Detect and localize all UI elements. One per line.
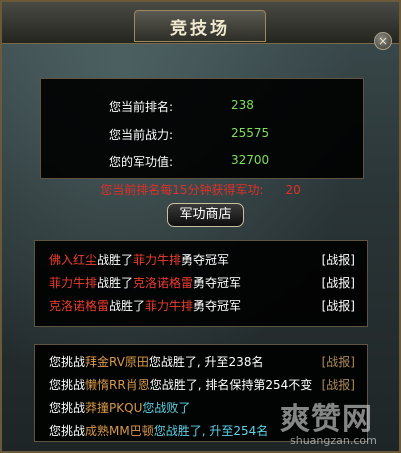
title-bar: 竞技场 [2,2,399,44]
merit-info-text: 您当前排名每15分钟获得军功: [100,183,264,197]
battle-result: 您战胜了, 升至254名 [153,424,269,438]
stats-panel: 您当前排名: 238 您当前战力: 25575 您的军功值: 32700 [40,78,364,179]
stat-row-power: 您当前战力: 25575 [41,122,365,142]
loser-name[interactable]: 克洛诺格雷 [133,276,193,290]
stat-value: 32700 [231,153,270,167]
verb: 战胜了 [109,299,146,313]
winner-name[interactable]: 克洛诺格雷 [49,299,109,313]
close-button[interactable]: × [374,32,392,50]
arena-window: 竞技场 × 您当前排名: 238 您当前战力: 25575 您的军功值: 327… [0,0,401,453]
battle-result: 您战胜了, 排名保持第254不变 [149,378,313,392]
stat-label: 您当前排名: [108,100,173,114]
list-item: 菲力牛排战胜了克洛诺格雷勇夺冠军 [战报] [49,274,357,294]
suffix: 勇夺冠军 [181,253,230,267]
merit-info-value: 20 [285,183,301,197]
list-item: 您挑战拜金RV原田您战胜了, 升至238名 [战报] [49,353,357,373]
loser-name[interactable]: 菲力牛排 [133,253,181,267]
merit-shop-button[interactable]: 军功商店 [167,203,244,227]
winner-name[interactable]: 佛入红尘 [49,253,97,267]
stat-value: 25575 [231,126,270,140]
battle-result: 您战胜了, 升至238名 [148,355,264,369]
loser-name[interactable]: 菲力牛排 [145,299,193,313]
stat-row-merit: 您的军功值: 32700 [41,149,365,169]
battle-report-link[interactable]: [战报] [322,353,355,370]
battle-result: 您战败了 [142,401,191,415]
battle-report-link[interactable]: [战报] [322,274,355,291]
battle-report-link[interactable]: [战报] [322,297,355,314]
opponent-name[interactable]: 懒惰RR肖恩 [85,378,150,392]
stat-row-rank: 您当前排名: 238 [41,94,365,114]
battle-report-link[interactable]: [战报] [322,376,355,393]
window-title: 竞技场 [170,18,230,39]
opponent-name[interactable]: 莽撞PKQU [85,401,142,415]
winner-name[interactable]: 菲力牛排 [49,276,97,290]
challenge-prefix: 您挑战 [49,424,86,438]
battle-report-link[interactable]: [战报] [322,251,355,268]
verb: 战胜了 [97,276,134,290]
stat-label: 您的军功值: [108,155,173,169]
top-battles-panel: 佛入红尘战胜了菲力牛排勇夺冠军 [战报] 菲力牛排战胜了克洛诺格雷勇夺冠军 [战… [34,240,368,327]
merit-info: 您当前排名每15分钟获得军功: 20 [2,181,399,198]
stat-label: 您当前战力: [108,128,173,142]
title-plate: 竞技场 [134,10,266,42]
list-item: 您挑战成熟MM巴顿您战胜了, 升至254名 [49,422,357,442]
list-item: 佛入红尘战胜了菲力牛排勇夺冠军 [战报] [49,251,357,271]
list-item: 您挑战莽撞PKQU您战败了 [49,399,357,419]
opponent-name[interactable]: 拜金RV原田 [85,355,149,369]
challenge-prefix: 您挑战 [49,355,86,369]
suffix: 勇夺冠军 [193,276,242,290]
stat-value: 238 [231,98,254,112]
my-battles-panel: 您挑战拜金RV原田您战胜了, 升至238名 [战报] 您挑战懒惰RR肖恩您战胜了… [34,344,368,442]
suffix: 勇夺冠军 [193,299,242,313]
challenge-prefix: 您挑战 [49,401,86,415]
challenge-prefix: 您挑战 [49,378,86,392]
opponent-name[interactable]: 成熟MM巴顿 [85,424,154,438]
list-item: 您挑战懒惰RR肖恩您战胜了, 排名保持第254不变 [战报] [49,376,357,396]
verb: 战胜了 [97,253,134,267]
list-item: 克洛诺格雷战胜了菲力牛排勇夺冠军 [战报] [49,297,357,317]
